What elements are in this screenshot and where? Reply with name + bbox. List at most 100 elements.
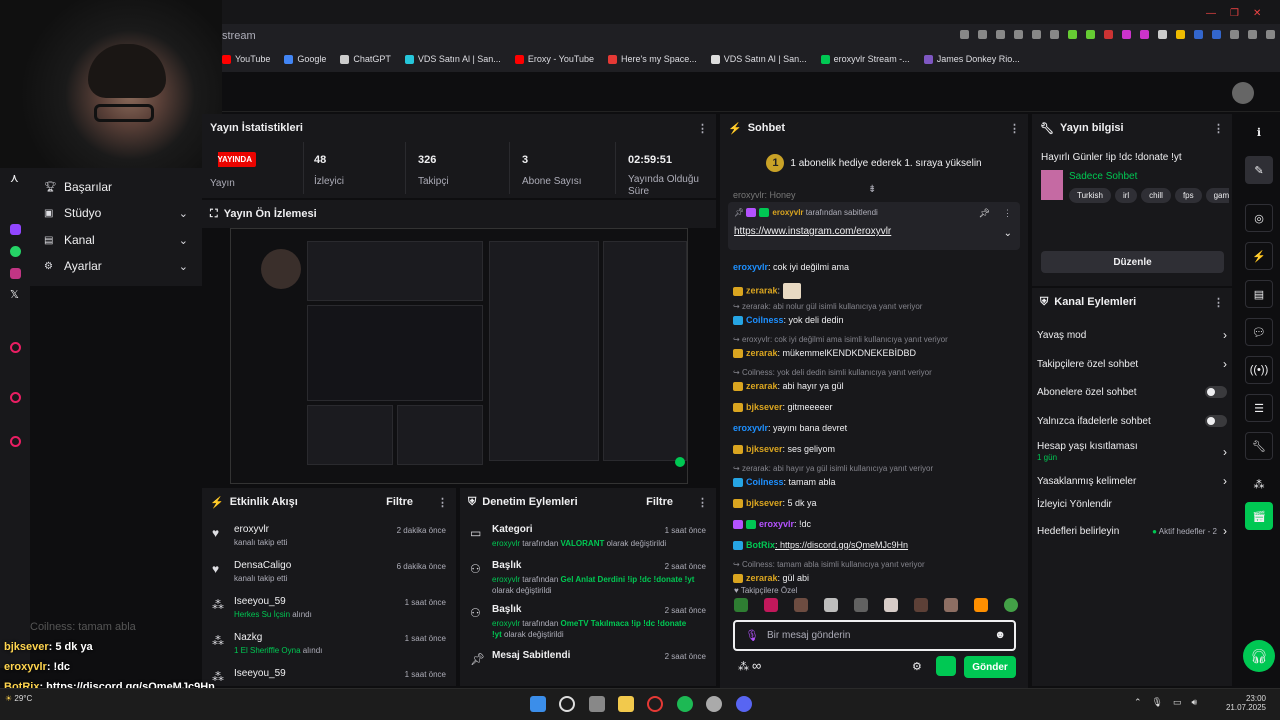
points-icon[interactable]: ⁂ <box>738 660 749 673</box>
chat-message[interactable]: bjksever: ses geliyom <box>733 444 835 455</box>
chat-message[interactable]: zerarak: <box>733 283 804 299</box>
bookmark-item[interactable]: Here's my Space... <box>608 54 697 64</box>
target-icon[interactable] <box>10 342 21 353</box>
chat-message[interactable]: eroxyvlr: !dc <box>733 519 811 530</box>
x-icon[interactable]: 𝕏 <box>10 288 19 301</box>
chat-input[interactable]: 🎙︎ Bir mesaj gönderin ☻ <box>733 620 1016 651</box>
moderation-item[interactable]: ⚇ Başlık eroxyvlr tarafından OmeTV Takılma… <box>460 600 716 644</box>
clapper-icon[interactable]: 🎬︎ <box>1245 502 1273 530</box>
whatsapp-icon[interactable] <box>10 246 21 257</box>
chevron-up-icon[interactable]: ⌃ <box>1134 697 1142 708</box>
bookmark-item[interactable]: YouTube <box>222 54 270 64</box>
maximize-icon[interactable]: ❐ <box>1230 8 1239 19</box>
chat-message[interactable]: BotRix: https://discord.gg/sQmeMJc9Hn <box>733 540 908 551</box>
filter-button[interactable]: Filtre <box>646 496 673 508</box>
emote-bar[interactable] <box>734 598 1018 612</box>
tag-chip[interactable]: Turkish <box>1069 188 1111 203</box>
moderation-item[interactable]: ⚇ Başlık eroxyvlr tarafından Gel Anlat Der… <box>460 556 716 600</box>
broadcast-icon[interactable]: ((•)) <box>1245 356 1273 384</box>
chat-username[interactable]: eroxyvlr <box>759 519 794 529</box>
headset-icon[interactable]: 🎧︎ <box>1243 640 1275 672</box>
weather-widget[interactable]: ☀ 29°C <box>5 694 32 703</box>
toggle-switch[interactable] <box>1205 386 1227 398</box>
chat-message[interactable]: bjksever: gitmeeeeer <box>733 402 833 413</box>
chat-message[interactable]: zerarak: abi hayır ya gül <box>733 381 844 392</box>
twitch-icon[interactable] <box>10 224 21 235</box>
file-explorer-icon[interactable] <box>618 696 634 712</box>
infinity-icon[interactable]: ∞ <box>752 658 761 673</box>
tag-chip[interactable]: chill <box>1141 188 1171 203</box>
bookmark-item[interactable]: ChatGPT <box>340 54 391 64</box>
volume-icon[interactable]: 🔊︎ <box>1192 697 1198 708</box>
bolt-icon[interactable]: ⚡ <box>1245 242 1273 270</box>
moderation-item[interactable]: 📌︎ Mesaj Sabitlendi 2 saat önce <box>460 646 716 686</box>
bookmark-item[interactable]: VDS Satın Al | San... <box>710 54 807 64</box>
edit-button[interactable]: Düzenle <box>1041 251 1224 273</box>
chat-message[interactable]: zerarak: mükemmelKENDKDNEKEBİDBD <box>733 348 916 359</box>
chat-message[interactable]: Coilness: tamam abla <box>733 477 836 488</box>
chat-message[interactable]: Coilness: yok deli dedin <box>733 315 844 326</box>
more-icon[interactable]: ⋮ <box>697 496 708 509</box>
activity-item[interactable]: ⁂ Iseeyou_59 1 saat önce <box>202 664 456 686</box>
pencil-icon[interactable]: ✎ <box>1245 156 1273 184</box>
channel-action-row[interactable]: Yalnızca ifadelerle sohbet <box>1037 415 1227 427</box>
pinned-link[interactable]: https://www.instagram.com/eroxyvlr <box>734 226 891 237</box>
clock-icon[interactable] <box>10 392 21 403</box>
kick-logo-icon[interactable] <box>936 656 956 676</box>
stream-preview[interactable] <box>230 228 688 484</box>
spotify-icon[interactable] <box>677 696 693 712</box>
filter-button[interactable]: Filtre <box>386 496 413 508</box>
scroll-down-icon[interactable]: ⇟ <box>868 184 876 195</box>
chat-username[interactable]: zerarak <box>746 573 778 583</box>
chat-message[interactable]: eroxyvlr: yayını bana devret <box>733 423 847 433</box>
system-tray[interactable]: ⌃ 🎙︎ ▭ 🔊︎ <box>1134 697 1197 708</box>
chat-username[interactable]: bjksever <box>746 498 783 508</box>
emoji-icon[interactable]: ☻ <box>994 629 1006 641</box>
bookmark-item[interactable]: Google <box>284 54 326 64</box>
nav-item-studio[interactable]: ▣ Stüdyo ⌄ <box>44 206 188 220</box>
chat-username[interactable]: eroxyvlr <box>733 423 768 433</box>
window-controls[interactable]: — ❐ ✕ <box>1206 8 1261 19</box>
settings-rail-icon[interactable] <box>10 436 21 447</box>
channel-action-row[interactable]: Takipçilere özel sohbet › <box>1037 357 1227 371</box>
tag-chip[interactable]: irl <box>1114 188 1138 203</box>
chat-username[interactable]: Coilness <box>746 315 784 325</box>
document-icon[interactable]: ▤ <box>1245 280 1273 308</box>
more-icon[interactable]: ⋮ <box>1213 122 1224 135</box>
windows-start-icon[interactable] <box>530 696 546 712</box>
address-bar[interactable]: stream <box>222 30 256 42</box>
discord-icon[interactable] <box>736 696 752 712</box>
more-icon[interactable]: ⋮ <box>1213 296 1224 309</box>
channel-action-row[interactable]: Hedefleri belirleyin ● Aktif hedefler - 2… <box>1037 524 1227 538</box>
task-view-icon[interactable] <box>589 696 605 712</box>
more-icon[interactable]: ⋮ <box>437 496 448 509</box>
obs-icon[interactable] <box>706 696 722 712</box>
target-icon[interactable]: ◎ <box>1245 204 1273 232</box>
opera-icon[interactable] <box>647 696 663 712</box>
more-icon[interactable]: ⋮ <box>1003 208 1012 219</box>
channel-action-row[interactable]: Abonelere özel sohbet <box>1037 386 1227 398</box>
list-icon[interactable]: ☰ <box>1245 394 1273 422</box>
channel-action-row[interactable]: İzleyici Yönlendir <box>1037 499 1227 510</box>
chat-username[interactable]: zerarak <box>746 285 778 295</box>
bookmark-item[interactable]: VDS Satın Al | San... <box>404 54 501 64</box>
channel-action-row[interactable]: Yavaş mod › <box>1037 328 1227 342</box>
chat-username[interactable]: bjksever <box>746 402 783 412</box>
more-icon[interactable]: ⋮ <box>1009 122 1020 135</box>
chat-username[interactable]: Coilness <box>746 477 784 487</box>
pinned-message[interactable]: 📌︎ eroxyvlr tarafından sabitlendi 📌︎ ⋮ h… <box>728 202 1020 250</box>
chevron-down-icon[interactable]: ⌄ <box>1004 228 1012 239</box>
collapse-icon[interactable]: ⋏ <box>10 171 19 185</box>
more-icon[interactable]: ⋮ <box>697 122 708 135</box>
activity-item[interactable]: ♥ eroxyvlr kanalı takip etti 2 dakika önce <box>202 520 456 556</box>
chat-message[interactable]: eroxyvlr: cok iyi değilmi ama <box>733 262 849 272</box>
points-icon[interactable]: ⁂ <box>1245 470 1273 498</box>
category-name[interactable]: Sadece Sohbet <box>1069 171 1137 182</box>
minimize-icon[interactable]: — <box>1206 8 1216 19</box>
chat-message[interactable]: zerarak: gül abi <box>733 573 809 584</box>
send-button[interactable]: Gönder <box>964 656 1016 678</box>
channel-action-row[interactable]: Yasaklanmış kelimeler › <box>1037 474 1227 488</box>
bookmark-item[interactable]: eroxyvlr Stream -... <box>820 54 910 64</box>
toggle-switch[interactable] <box>1205 415 1227 427</box>
chat-message[interactable]: bjksever: 5 dk ya <box>733 498 817 509</box>
